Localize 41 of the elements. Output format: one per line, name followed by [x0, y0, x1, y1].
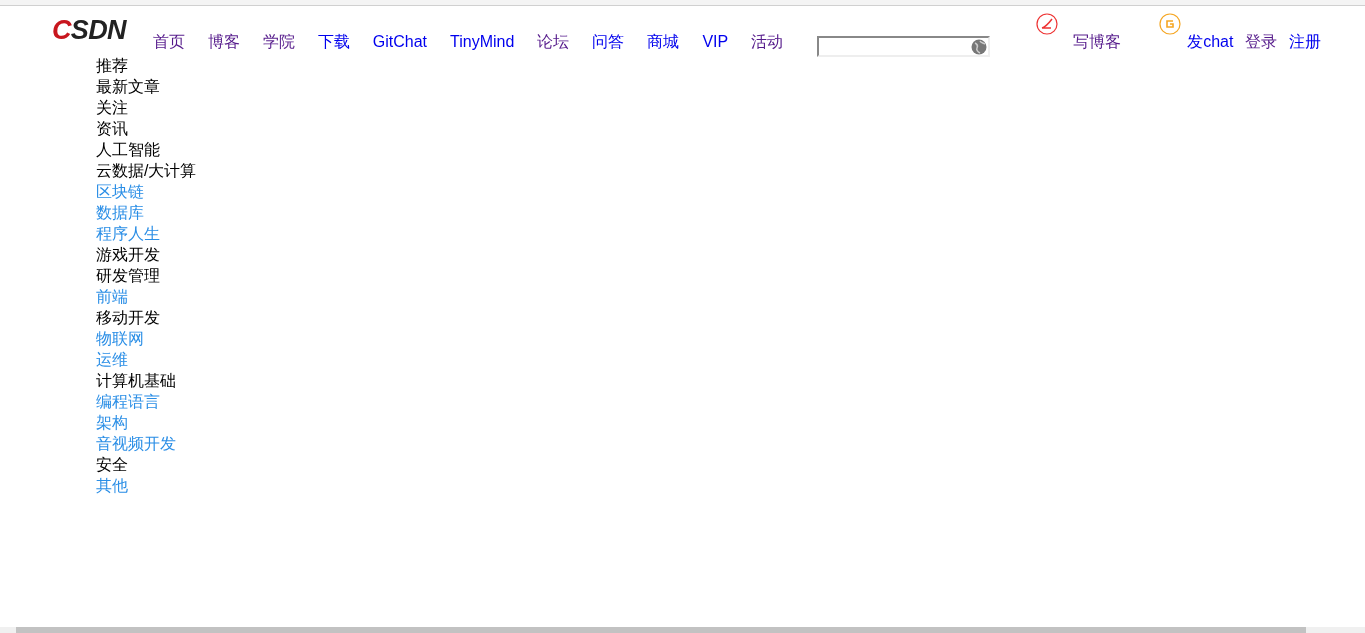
category-link[interactable]: 区块链 — [96, 181, 144, 202]
category-link[interactable]: 物联网 — [96, 328, 144, 349]
nav-link[interactable]: GitChat — [372, 32, 428, 52]
category-link[interactable]: 研发管理 — [96, 265, 160, 286]
category-link[interactable]: 云数据/大计算 — [96, 160, 197, 181]
category-link[interactable]: 人工智能 — [96, 139, 160, 160]
nav-link[interactable]: VIP — [702, 32, 729, 52]
category-link[interactable]: 其他 — [96, 475, 128, 496]
category-link[interactable]: 数据库 — [96, 202, 144, 223]
category-link[interactable]: 移动开发 — [96, 307, 160, 328]
write-blog-link[interactable]: 写博客 — [1073, 33, 1122, 50]
register-link[interactable]: 注册 — [1289, 32, 1322, 52]
nav-link[interactable]: 问答 — [592, 32, 625, 52]
category-link[interactable]: 运维 — [96, 349, 128, 370]
nav-link[interactable]: 首页 — [152, 32, 185, 52]
category-link[interactable]: 最新文章 — [96, 76, 160, 97]
nav-link[interactable]: 学院 — [262, 32, 295, 52]
category-link[interactable]: 计算机基础 — [96, 370, 176, 391]
nav-link[interactable]: 博客 — [207, 32, 240, 52]
post-chat-link[interactable]: 发chat — [1187, 32, 1234, 52]
nav-link[interactable]: 下载 — [317, 32, 350, 52]
category-link[interactable]: 架构 — [96, 412, 128, 433]
pen-icon[interactable] — [1036, 13, 1059, 35]
category-link[interactable]: 编程语言 — [96, 391, 160, 412]
nav-link[interactable]: 论坛 — [537, 32, 570, 52]
nav-link[interactable]: 商城 — [647, 32, 680, 52]
category-link[interactable]: 程序人生 — [96, 223, 160, 244]
login-link[interactable]: 登录 — [1245, 32, 1278, 52]
category-link[interactable]: 推荐 — [96, 55, 128, 76]
category-link[interactable]: 资讯 — [96, 118, 128, 139]
category-link[interactable]: 安全 — [96, 454, 128, 475]
category-link[interactable]: 游戏开发 — [96, 244, 160, 265]
nav-link[interactable]: TinyMind — [450, 32, 515, 52]
search-field[interactable] — [817, 36, 991, 57]
category-link[interactable]: 前端 — [96, 286, 128, 307]
nav-link[interactable]: 活动 — [751, 32, 784, 52]
logo[interactable]: CSDN — [52, 17, 126, 44]
category-link[interactable]: 关注 — [96, 97, 128, 118]
globe-icon — [971, 38, 988, 55]
chat-icon[interactable] — [1159, 13, 1182, 35]
category-link[interactable]: 音视频开发 — [96, 433, 176, 454]
